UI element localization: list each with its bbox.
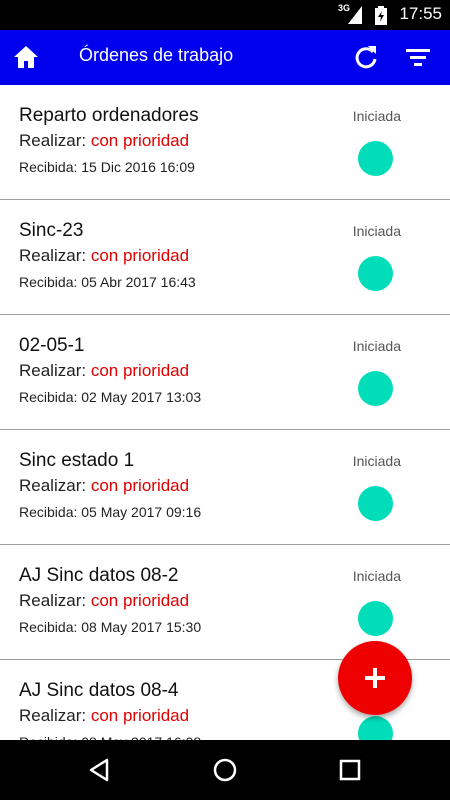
order-realizar: Realizar: con prioridad	[19, 361, 189, 381]
home-icon[interactable]	[12, 43, 40, 71]
status-dot-icon	[358, 256, 393, 291]
priority-text: con prioridad	[90, 706, 190, 725]
back-icon[interactable]	[85, 755, 115, 785]
order-row[interactable]: Sinc estado 1 Realizar: con prioridad Reci…	[0, 430, 450, 545]
order-realizar: Realizar: con prioridad	[19, 706, 189, 726]
order-name: AJ Sinc datos 08-2	[19, 565, 179, 586]
status-dot-icon	[358, 601, 393, 636]
status-bar: 3G 17:55	[0, 0, 450, 30]
order-name: Reparto ordenadores	[19, 105, 199, 126]
order-state: Iniciada	[352, 453, 401, 469]
realizar-label: Realizar:	[19, 361, 91, 380]
priority-text: con prioridad	[90, 246, 190, 265]
page-title: Órdenes de trabajo	[79, 45, 234, 65]
status-dot-icon	[358, 716, 393, 740]
filter-icon[interactable]	[404, 43, 432, 71]
order-name: AJ Sinc datos 08-4	[19, 680, 179, 701]
realizar-label: Realizar:	[19, 476, 91, 495]
realizar-label: Realizar:	[19, 131, 91, 150]
received-date: Recibida: 08 May 2017 15:30	[19, 619, 202, 635]
clock: 17:55	[399, 4, 442, 23]
received-date: Recibida: 05 May 2017 09:16	[19, 504, 202, 520]
priority-text: con prioridad	[90, 476, 190, 495]
app-bar: Órdenes de trabajo	[0, 30, 450, 85]
order-realizar: Realizar: con prioridad	[19, 591, 189, 611]
order-realizar: Realizar: con prioridad	[19, 131, 189, 151]
realizar-label: Realizar:	[19, 246, 91, 265]
received-date: Recibida: 02 May 2017 13:03	[19, 389, 202, 405]
status-dot-icon	[358, 141, 393, 176]
order-state: Iniciada	[352, 568, 401, 584]
add-order-button[interactable]	[338, 641, 412, 715]
order-name: Sinc-23	[19, 220, 84, 241]
recents-icon[interactable]	[335, 755, 365, 785]
order-state: Iniciada	[352, 338, 401, 354]
received-date: Recibida: 05 Abr 2017 16:43	[19, 274, 196, 290]
realizar-label: Realizar:	[19, 591, 91, 610]
priority-text: con prioridad	[90, 361, 190, 380]
battery-icon	[375, 6, 387, 25]
received-date: Recibida: 15 Dic 2016 16:09	[19, 159, 195, 175]
order-realizar: Realizar: con prioridad	[19, 476, 189, 496]
refresh-icon[interactable]	[352, 43, 380, 71]
order-row[interactable]: 02-05-1 Realizar: con prioridad Recibida: …	[0, 315, 450, 430]
order-row[interactable]: Reparto ordenadores Realizar: con priorid…	[0, 85, 450, 200]
priority-text: con prioridad	[90, 131, 190, 150]
order-name: Sinc estado 1	[19, 450, 135, 471]
plus-icon	[365, 668, 385, 688]
realizar-label: Realizar:	[19, 706, 91, 725]
order-realizar: Realizar: con prioridad	[19, 246, 189, 266]
status-dot-icon	[358, 371, 393, 406]
order-row[interactable]: Sinc-23 Realizar: con prioridad Recibida: …	[0, 200, 450, 315]
system-nav-bar	[0, 740, 450, 800]
priority-text: con prioridad	[90, 591, 190, 610]
signal-icon	[348, 6, 362, 24]
order-state: Iniciada	[352, 108, 401, 124]
status-dot-icon	[358, 486, 393, 521]
order-state: Iniciada	[352, 223, 401, 239]
home-circle-icon[interactable]	[210, 755, 240, 785]
order-name: 02-05-1	[19, 335, 85, 356]
